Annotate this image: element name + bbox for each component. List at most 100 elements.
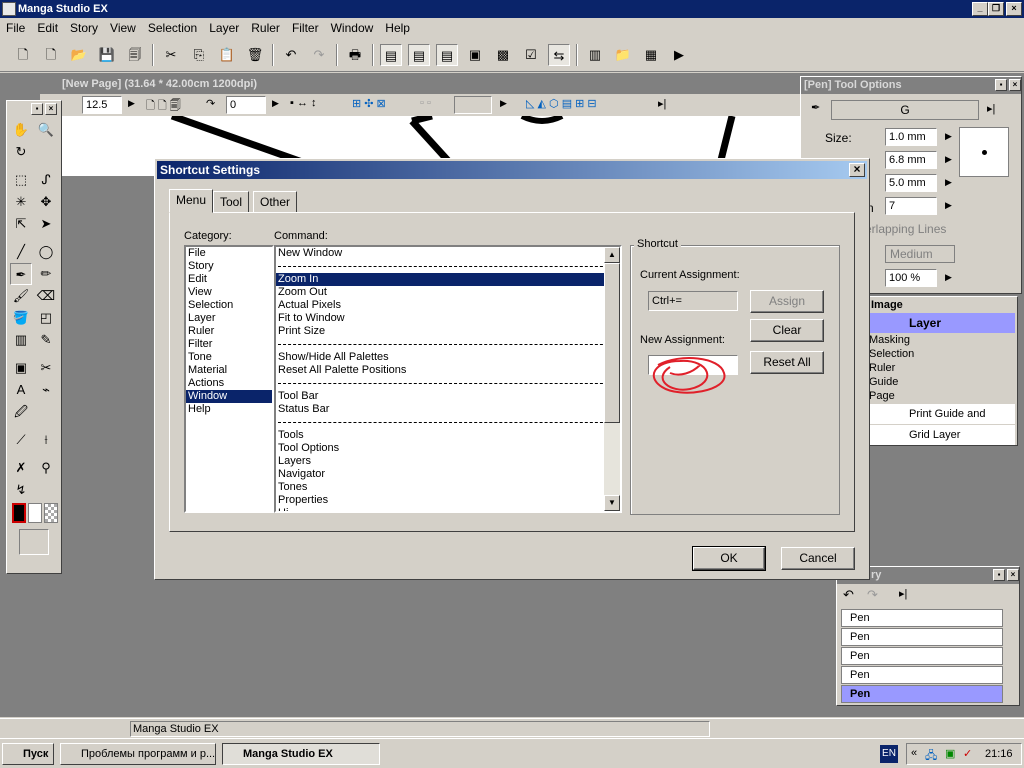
assign-button[interactable]: Assign: [750, 290, 824, 313]
history-close-button[interactable]: ×: [1007, 569, 1019, 581]
taskbar-item-browser[interactable]: Проблемы программ и р...: [60, 743, 216, 765]
rotation-field[interactable]: 0: [226, 96, 266, 114]
tones-icon[interactable]: ▩: [492, 44, 514, 66]
correct-line-icon[interactable]: ↯: [10, 479, 32, 501]
preset-menu-icon[interactable]: ▸|: [987, 102, 995, 115]
new-page-icon[interactable]: 🗋: [12, 44, 34, 66]
in-arrow-icon[interactable]: ▶: [945, 154, 952, 165]
history-icon[interactable]: ⇆: [548, 44, 570, 66]
pattern-brush-icon[interactable]: ◰: [35, 307, 57, 329]
tab-menu[interactable]: Menu: [169, 189, 214, 213]
hand-icon[interactable]: ✋: [10, 119, 32, 141]
reset-all-button[interactable]: Reset All: [750, 351, 824, 374]
rotate-view-icon[interactable]: ↻: [10, 141, 32, 163]
out-arrow-icon[interactable]: ▶: [945, 177, 952, 188]
undo-icon[interactable]: ↶: [280, 44, 302, 66]
eyedropper-icon[interactable]: 🖉: [10, 401, 32, 423]
print-icon[interactable]: 🖶: [344, 44, 366, 66]
rotation-arrow-icon[interactable]: ▶: [272, 98, 279, 109]
pencil-icon[interactable]: ✏: [35, 263, 57, 285]
command-scrollbar[interactable]: ▲ ▼: [604, 247, 620, 511]
material-icon[interactable]: 📁: [612, 44, 634, 66]
history-redo-icon[interactable]: ↷: [867, 587, 878, 603]
play-icon[interactable]: ▶: [668, 44, 690, 66]
delete-icon[interactable]: 🗑: [244, 44, 266, 66]
category-item-selected[interactable]: Window: [186, 390, 272, 403]
magic-wand-icon[interactable]: ✳: [10, 191, 32, 213]
menu-selection[interactable]: Selection: [142, 18, 203, 36]
scroll-down-icon[interactable]: ▼: [604, 495, 620, 511]
menu-ruler[interactable]: Ruler: [245, 18, 286, 36]
balloon-icon[interactable]: ⌁: [35, 379, 57, 401]
layers-toggle-icon[interactable]: ▤: [436, 44, 458, 66]
command-item[interactable]: Tool Options: [276, 442, 620, 455]
tool-options-close-button[interactable]: ×: [1009, 79, 1021, 91]
pen-icon[interactable]: ✒: [10, 263, 32, 285]
category-item[interactable]: Layer: [186, 312, 272, 325]
command-item[interactable]: Properties: [276, 494, 620, 507]
copy-icon[interactable]: ⎘: [188, 44, 210, 66]
actions-icon[interactable]: ▦: [640, 44, 662, 66]
palette-close-button[interactable]: ×: [45, 103, 57, 115]
command-item[interactable]: Hi: [276, 507, 620, 511]
category-item[interactable]: Actions: [186, 377, 272, 390]
snap-icons[interactable]: ⊞ ✣ ⊠: [352, 97, 386, 110]
scroll-thumb[interactable]: [604, 263, 620, 423]
category-item[interactable]: Help: [186, 403, 272, 416]
menu-file[interactable]: File: [0, 18, 31, 36]
category-item[interactable]: View: [186, 286, 272, 299]
close-button[interactable]: ×: [1006, 2, 1022, 16]
drawing-color-black[interactable]: [12, 503, 26, 523]
size-arrow-icon[interactable]: ▶: [945, 131, 952, 142]
text-icon[interactable]: A: [10, 379, 32, 401]
tool-options-menu-button[interactable]: ▪: [995, 79, 1007, 91]
command-item[interactable]: Navigator: [276, 468, 620, 481]
history-item[interactable]: Pen: [841, 628, 1003, 646]
correction-arrow-icon[interactable]: ▶: [945, 200, 952, 211]
save-all-icon[interactable]: 🗐: [124, 44, 146, 66]
preset-name[interactable]: G: [831, 100, 979, 120]
percent-field[interactable]: 100 %: [885, 269, 937, 287]
tab-tool[interactable]: Tool: [213, 191, 250, 213]
line-icon[interactable]: ╱: [10, 241, 32, 263]
zoom-field[interactable]: 12.5: [82, 96, 122, 114]
category-item[interactable]: Story: [186, 260, 272, 273]
category-item[interactable]: Filter: [186, 338, 272, 351]
category-item[interactable]: Material: [186, 364, 272, 377]
tool-palette-toggle-icon[interactable]: ▤: [380, 44, 402, 66]
ok-button[interactable]: OK: [692, 546, 766, 571]
command-item-selected[interactable]: Zoom In: [276, 273, 620, 286]
taskbar-item-manga-studio[interactable]: Manga Studio EX: [222, 743, 380, 765]
search-layer-icon[interactable]: ⚲: [35, 457, 57, 479]
drawing-color-transparent[interactable]: [44, 503, 58, 523]
history-menu-button[interactable]: ▪: [993, 569, 1005, 581]
start-button[interactable]: Пуск: [2, 743, 54, 765]
layer-row-guide[interactable]: Guide: [869, 376, 1015, 389]
story-icon[interactable]: ▥: [584, 44, 606, 66]
special-ruler-icon[interactable]: ⟊: [35, 429, 57, 451]
dialog-close-button[interactable]: ×: [849, 163, 865, 177]
marker-icon[interactable]: 🖌: [10, 285, 32, 307]
size-field[interactable]: 1.0 mm: [885, 128, 937, 146]
save-icon[interactable]: 💾: [96, 44, 118, 66]
move-icon[interactable]: ✥: [35, 191, 57, 213]
tab-other[interactable]: Other: [253, 191, 298, 213]
clear-button[interactable]: Clear: [750, 319, 824, 342]
category-item[interactable]: Edit: [186, 273, 272, 286]
object-select-icon[interactable]: ➤: [35, 213, 57, 235]
arrow-icon[interactable]: ▶: [500, 98, 507, 109]
layer-row-selection[interactable]: Selection: [869, 348, 1015, 361]
new-story-icon[interactable]: 🗋: [40, 44, 62, 66]
gradient-icon[interactable]: ▥: [10, 329, 32, 351]
language-indicator[interactable]: EN: [880, 745, 898, 763]
menu-edit[interactable]: Edit: [31, 18, 64, 36]
tray-app-icon[interactable]: ▣: [945, 747, 955, 760]
category-item[interactable]: Tone: [186, 351, 272, 364]
zoom-icon[interactable]: 🔍: [35, 119, 57, 141]
percent-arrow-icon[interactable]: ▶: [945, 272, 952, 283]
history-item[interactable]: Pen: [841, 647, 1003, 665]
command-item[interactable]: Fit to Window: [276, 312, 620, 325]
eraser-icon[interactable]: ⌫: [35, 285, 57, 307]
sketch-icon[interactable]: ✗: [10, 457, 32, 479]
navigator-icon[interactable]: ▣: [464, 44, 486, 66]
